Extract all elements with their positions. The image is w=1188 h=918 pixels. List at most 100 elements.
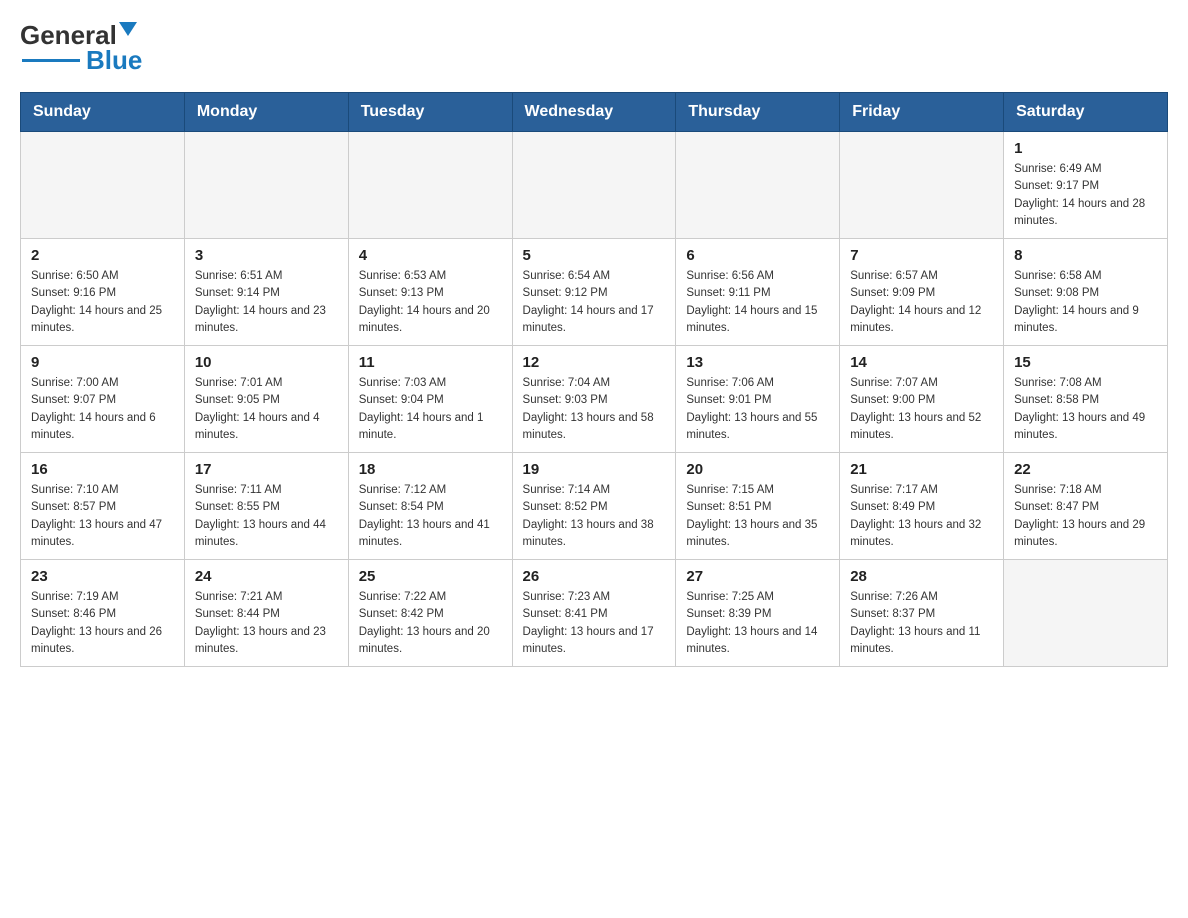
day-number: 14 — [850, 354, 993, 371]
day-info: Sunrise: 7:06 AM Sunset: 9:01 PM Dayligh… — [686, 375, 829, 444]
day-number: 23 — [31, 568, 174, 585]
day-info: Sunrise: 7:07 AM Sunset: 9:00 PM Dayligh… — [850, 375, 993, 444]
day-of-week-header: Sunday — [21, 93, 185, 132]
logo-blue-text: Blue — [86, 45, 142, 76]
day-info: Sunrise: 7:21 AM Sunset: 8:44 PM Dayligh… — [195, 589, 338, 658]
day-number: 26 — [523, 568, 666, 585]
calendar-day-cell: 23 Sunrise: 7:19 AM Sunset: 8:46 PM Dayli… — [21, 560, 185, 667]
day-number: 13 — [686, 354, 829, 371]
day-info: Sunrise: 7:15 AM Sunset: 8:51 PM Dayligh… — [686, 482, 829, 551]
calendar-day-cell: 27 Sunrise: 7:25 AM Sunset: 8:39 PM Dayli… — [676, 560, 840, 667]
calendar-day-cell: 9Sunrise: 7:00 AM Sunset: 9:07 PM Daylig… — [21, 346, 185, 453]
day-info: Sunrise: 7:23 AM Sunset: 8:41 PM Dayligh… — [523, 589, 666, 658]
calendar-day-cell: 10 Sunrise: 7:01 AM Sunset: 9:05 PM Dayli… — [184, 346, 348, 453]
calendar-day-cell: 12 Sunrise: 7:04 AM Sunset: 9:03 PM Dayli… — [512, 346, 676, 453]
calendar-table: SundayMondayTuesdayWednesdayThursdayFrid… — [20, 92, 1168, 667]
day-info: Sunrise: 7:12 AM Sunset: 8:54 PM Dayligh… — [359, 482, 502, 551]
day-info: Sunrise: 7:11 AM Sunset: 8:55 PM Dayligh… — [195, 482, 338, 551]
day-info: Sunrise: 6:49 AM Sunset: 9:17 PM Dayligh… — [1014, 161, 1157, 230]
calendar-day-cell: 22 Sunrise: 7:18 AM Sunset: 8:47 PM Dayli… — [1004, 453, 1168, 560]
day-number: 17 — [195, 461, 338, 478]
logo: General Blue — [20, 20, 142, 76]
day-number: 15 — [1014, 354, 1157, 371]
calendar-day-cell — [21, 132, 185, 239]
day-info: Sunrise: 6:57 AM Sunset: 9:09 PM Dayligh… — [850, 268, 993, 337]
day-of-week-header: Saturday — [1004, 93, 1168, 132]
calendar-day-cell: 15 Sunrise: 7:08 AM Sunset: 8:58 PM Dayli… — [1004, 346, 1168, 453]
calendar-day-cell: 2 Sunrise: 6:50 AM Sunset: 9:16 PM Daylig… — [21, 239, 185, 346]
calendar-day-cell: 6Sunrise: 6:56 AM Sunset: 9:11 PM Daylig… — [676, 239, 840, 346]
calendar-day-cell: 4 Sunrise: 6:53 AM Sunset: 9:13 PM Daylig… — [348, 239, 512, 346]
day-of-week-header: Wednesday — [512, 93, 676, 132]
day-of-week-header: Thursday — [676, 93, 840, 132]
calendar-week-row: 23 Sunrise: 7:19 AM Sunset: 8:46 PM Dayli… — [21, 560, 1168, 667]
calendar-day-cell — [676, 132, 840, 239]
day-number: 18 — [359, 461, 502, 478]
calendar-day-cell: 18 Sunrise: 7:12 AM Sunset: 8:54 PM Dayli… — [348, 453, 512, 560]
day-info: Sunrise: 7:14 AM Sunset: 8:52 PM Dayligh… — [523, 482, 666, 551]
calendar-week-row: 1 Sunrise: 6:49 AM Sunset: 9:17 PM Daylig… — [21, 132, 1168, 239]
logo-triangle-icon — [119, 22, 137, 45]
day-info: Sunrise: 7:25 AM Sunset: 8:39 PM Dayligh… — [686, 589, 829, 658]
day-info: Sunrise: 7:01 AM Sunset: 9:05 PM Dayligh… — [195, 375, 338, 444]
day-number: 11 — [359, 354, 502, 371]
day-info: Sunrise: 7:00 AM Sunset: 9:07 PM Dayligh… — [31, 375, 174, 444]
calendar-week-row: 2 Sunrise: 6:50 AM Sunset: 9:16 PM Daylig… — [21, 239, 1168, 346]
calendar-day-cell: 20 Sunrise: 7:15 AM Sunset: 8:51 PM Dayli… — [676, 453, 840, 560]
calendar-day-cell: 28 Sunrise: 7:26 AM Sunset: 8:37 PM Dayli… — [840, 560, 1004, 667]
calendar-day-cell: 5 Sunrise: 6:54 AM Sunset: 9:12 PM Daylig… — [512, 239, 676, 346]
day-info: Sunrise: 6:53 AM Sunset: 9:13 PM Dayligh… — [359, 268, 502, 337]
day-number: 7 — [850, 247, 993, 264]
calendar-day-cell: 14 Sunrise: 7:07 AM Sunset: 9:00 PM Dayli… — [840, 346, 1004, 453]
day-of-week-header: Monday — [184, 93, 348, 132]
day-number: 16 — [31, 461, 174, 478]
calendar-week-row: 9Sunrise: 7:00 AM Sunset: 9:07 PM Daylig… — [21, 346, 1168, 453]
day-info: Sunrise: 6:58 AM Sunset: 9:08 PM Dayligh… — [1014, 268, 1157, 337]
calendar-day-cell — [184, 132, 348, 239]
day-number: 4 — [359, 247, 502, 264]
day-number: 2 — [31, 247, 174, 264]
calendar-day-cell: 21 Sunrise: 7:17 AM Sunset: 8:49 PM Dayli… — [840, 453, 1004, 560]
calendar-day-cell: 24 Sunrise: 7:21 AM Sunset: 8:44 PM Dayli… — [184, 560, 348, 667]
calendar-day-cell: 17 Sunrise: 7:11 AM Sunset: 8:55 PM Dayli… — [184, 453, 348, 560]
calendar-day-cell: 13 Sunrise: 7:06 AM Sunset: 9:01 PM Dayli… — [676, 346, 840, 453]
day-info: Sunrise: 7:04 AM Sunset: 9:03 PM Dayligh… — [523, 375, 666, 444]
day-number: 1 — [1014, 140, 1157, 157]
day-info: Sunrise: 6:51 AM Sunset: 9:14 PM Dayligh… — [195, 268, 338, 337]
calendar-day-cell: 11 Sunrise: 7:03 AM Sunset: 9:04 PM Dayli… — [348, 346, 512, 453]
calendar-day-cell: 16 Sunrise: 7:10 AM Sunset: 8:57 PM Dayli… — [21, 453, 185, 560]
day-info: Sunrise: 6:50 AM Sunset: 9:16 PM Dayligh… — [31, 268, 174, 337]
calendar-day-cell — [512, 132, 676, 239]
calendar-day-cell — [840, 132, 1004, 239]
calendar-day-cell — [1004, 560, 1168, 667]
day-number: 19 — [523, 461, 666, 478]
calendar-day-cell: 7 Sunrise: 6:57 AM Sunset: 9:09 PM Daylig… — [840, 239, 1004, 346]
day-info: Sunrise: 7:22 AM Sunset: 8:42 PM Dayligh… — [359, 589, 502, 658]
day-info: Sunrise: 6:54 AM Sunset: 9:12 PM Dayligh… — [523, 268, 666, 337]
day-of-week-header: Friday — [840, 93, 1004, 132]
day-number: 22 — [1014, 461, 1157, 478]
day-number: 27 — [686, 568, 829, 585]
calendar-day-cell: 8 Sunrise: 6:58 AM Sunset: 9:08 PM Daylig… — [1004, 239, 1168, 346]
day-number: 20 — [686, 461, 829, 478]
day-number: 10 — [195, 354, 338, 371]
day-number: 8 — [1014, 247, 1157, 264]
day-number: 12 — [523, 354, 666, 371]
day-info: Sunrise: 7:03 AM Sunset: 9:04 PM Dayligh… — [359, 375, 502, 444]
calendar-week-row: 16 Sunrise: 7:10 AM Sunset: 8:57 PM Dayli… — [21, 453, 1168, 560]
day-number: 24 — [195, 568, 338, 585]
calendar-day-cell: 26 Sunrise: 7:23 AM Sunset: 8:41 PM Dayli… — [512, 560, 676, 667]
day-info: Sunrise: 7:10 AM Sunset: 8:57 PM Dayligh… — [31, 482, 174, 551]
day-number: 25 — [359, 568, 502, 585]
day-info: Sunrise: 7:19 AM Sunset: 8:46 PM Dayligh… — [31, 589, 174, 658]
day-number: 28 — [850, 568, 993, 585]
day-info: Sunrise: 7:26 AM Sunset: 8:37 PM Dayligh… — [850, 589, 993, 658]
day-info: Sunrise: 7:18 AM Sunset: 8:47 PM Dayligh… — [1014, 482, 1157, 551]
day-number: 5 — [523, 247, 666, 264]
page-header: General Blue — [20, 20, 1168, 76]
calendar-day-cell: 19 Sunrise: 7:14 AM Sunset: 8:52 PM Dayli… — [512, 453, 676, 560]
day-number: 21 — [850, 461, 993, 478]
day-info: Sunrise: 7:08 AM Sunset: 8:58 PM Dayligh… — [1014, 375, 1157, 444]
calendar-day-cell: 3Sunrise: 6:51 AM Sunset: 9:14 PM Daylig… — [184, 239, 348, 346]
day-info: Sunrise: 7:17 AM Sunset: 8:49 PM Dayligh… — [850, 482, 993, 551]
